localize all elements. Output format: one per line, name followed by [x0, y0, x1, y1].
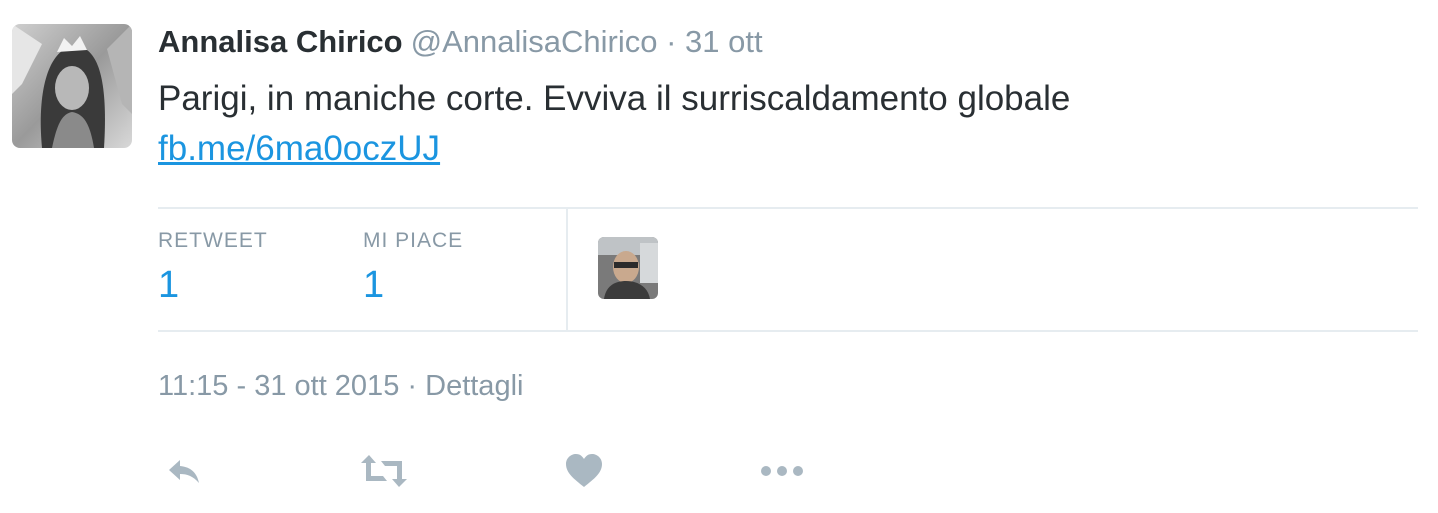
tweet-header: Annalisa Chirico @AnnalisaChirico · 31 ot… [158, 22, 763, 62]
tweet-text-body: Parigi, in maniche corte. Evviva il surr… [158, 79, 1071, 118]
likes-stat[interactable]: MI PIACE 1 [363, 227, 463, 315]
author-handle[interactable]: @AnnalisaChirico [411, 24, 658, 59]
details-link[interactable]: Dettagli [425, 370, 523, 402]
reply-icon [169, 460, 199, 483]
likes-stat-count: 1 [363, 264, 385, 306]
tweet-stats: RETWEET 1 MI PIACE 1 [158, 207, 1418, 332]
tweet-date[interactable]: 31 ott [685, 24, 763, 59]
header-separator: · [666, 24, 677, 59]
more-button[interactable] [752, 446, 812, 496]
retweet-stat-label: RETWEET [158, 229, 268, 252]
heart-icon [566, 454, 602, 487]
author-avatar[interactable] [12, 24, 132, 148]
stats-divider [566, 209, 568, 330]
retweet-stat[interactable]: RETWEET 1 [158, 227, 268, 315]
liker-avatar[interactable] [598, 237, 658, 299]
like-button[interactable] [554, 446, 614, 496]
meta-separator: · [407, 370, 418, 402]
retweet-icon [361, 455, 407, 487]
more-icon [761, 466, 803, 476]
reply-button[interactable] [154, 446, 214, 496]
tweet-timestamp: 11:15 - 31 ott 2015 [158, 370, 400, 402]
tweet-meta: 11:15 - 31 ott 2015 · Dettagli [158, 366, 523, 406]
likes-stat-label: MI PIACE [363, 229, 464, 252]
tweet-text: Parigi, in maniche corte. Evviva il surr… [158, 74, 1358, 174]
liker-avatar-image [598, 237, 658, 299]
author-name[interactable]: Annalisa Chirico [158, 24, 403, 59]
author-avatar-image [12, 24, 132, 148]
tweet: Annalisa Chirico @AnnalisaChirico · 31 ot… [0, 0, 1438, 513]
tweet-link[interactable]: fb.me/6ma0oczUJ [158, 129, 440, 168]
retweet-button[interactable] [354, 446, 414, 496]
retweet-stat-count: 1 [158, 264, 180, 306]
